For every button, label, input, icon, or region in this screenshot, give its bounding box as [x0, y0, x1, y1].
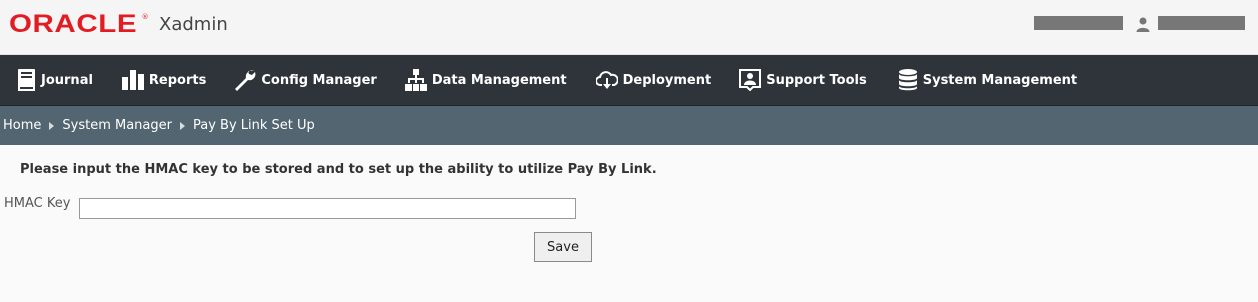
- breadcrumb-current-page: Pay By Link Set Up: [192, 118, 315, 133]
- top-header: ORACLE ® Xadmin: [0, 0, 1258, 55]
- registered-mark: ®: [141, 13, 149, 21]
- redacted-info-block: [1034, 16, 1123, 30]
- hierarchy-icon: [404, 69, 427, 91]
- breadcrumb-home[interactable]: Home: [3, 118, 41, 133]
- app-title: Xadmin: [159, 14, 228, 35]
- nav-label: Journal: [41, 72, 93, 88]
- user-icon[interactable]: [1135, 16, 1151, 32]
- support-icon: [739, 69, 762, 91]
- main-nav: Journal Reports Config Manager Data Mana…: [0, 55, 1258, 106]
- nav-label: Data Management: [431, 72, 567, 88]
- nav-label: Config Manager: [261, 72, 377, 88]
- nav-label: System Management: [922, 72, 1078, 88]
- journal-icon: [18, 69, 35, 91]
- oracle-logo: ORACLE ®: [9, 10, 149, 38]
- instruction-text: Please input the HMAC key to be stored a…: [20, 162, 657, 177]
- nav-item-reports[interactable]: Reports: [121, 70, 207, 90]
- nav-label: Deployment: [622, 72, 712, 88]
- nav-item-data-management[interactable]: Data Management: [404, 69, 567, 91]
- nav-label: Support Tools: [766, 72, 867, 88]
- database-icon: [898, 69, 917, 91]
- hmac-key-input[interactable]: [79, 198, 576, 219]
- wrench-icon: [235, 70, 256, 91]
- brand-wordmark: ORACLE: [9, 10, 138, 38]
- hmac-key-label: HMAC Key: [4, 196, 71, 211]
- breadcrumb-separator-icon: [179, 121, 185, 130]
- save-button[interactable]: Save: [534, 232, 592, 262]
- nav-item-deployment[interactable]: Deployment: [595, 69, 712, 91]
- nav-label: Reports: [148, 72, 207, 88]
- nav-item-system-management[interactable]: System Management: [898, 69, 1077, 91]
- breadcrumb: Home System Manager Pay By Link Set Up: [0, 106, 1258, 145]
- breadcrumb-system-manager[interactable]: System Manager: [62, 118, 172, 133]
- nav-item-support-tools[interactable]: Support Tools: [739, 69, 867, 91]
- redacted-username-block[interactable]: [1158, 16, 1245, 30]
- reports-icon: [121, 70, 144, 90]
- nav-item-journal[interactable]: Journal: [17, 69, 93, 91]
- nav-item-config-manager[interactable]: Config Manager: [234, 69, 377, 91]
- breadcrumb-separator-icon: [49, 121, 55, 130]
- cloud-download-icon: [595, 71, 618, 89]
